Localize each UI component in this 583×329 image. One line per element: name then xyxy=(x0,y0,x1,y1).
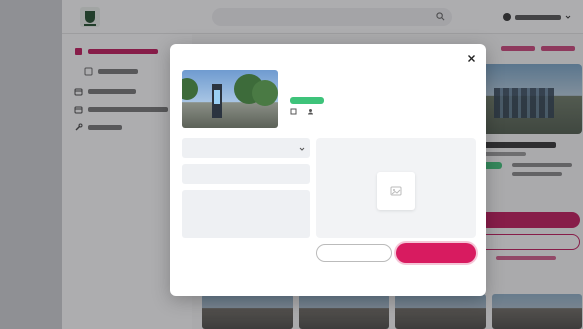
status-badge xyxy=(290,97,324,104)
subject-input[interactable] xyxy=(187,173,305,179)
incident-type-select[interactable] xyxy=(182,138,310,158)
site-name xyxy=(290,70,480,77)
image-upload-icon xyxy=(390,186,402,196)
field-label xyxy=(187,142,305,147)
panel-icon xyxy=(290,108,297,115)
description-field[interactable] xyxy=(182,190,310,238)
incident-form xyxy=(182,138,310,244)
subject-field[interactable] xyxy=(182,164,310,184)
site-status-row xyxy=(290,97,480,104)
upload-box[interactable] xyxy=(377,172,415,210)
site-address-line2 xyxy=(290,87,480,93)
close-icon[interactable] xyxy=(467,54,476,63)
photo-upload-dropzone[interactable] xyxy=(316,138,476,238)
site-info xyxy=(290,70,480,124)
kiosk-image xyxy=(212,84,222,118)
site-photo xyxy=(182,70,278,128)
user-icon xyxy=(308,109,313,115)
site-equipment-row xyxy=(290,108,480,115)
submit-request-button[interactable] xyxy=(396,243,476,263)
chevron-down-icon xyxy=(299,147,305,151)
cancel-request-button[interactable] xyxy=(316,244,392,262)
last-update xyxy=(290,118,480,124)
new-incident-modal xyxy=(170,44,486,296)
site-address-line1 xyxy=(290,79,480,85)
description-textarea[interactable] xyxy=(187,199,305,223)
field-value xyxy=(187,149,305,155)
view-history-link[interactable] xyxy=(424,282,464,288)
